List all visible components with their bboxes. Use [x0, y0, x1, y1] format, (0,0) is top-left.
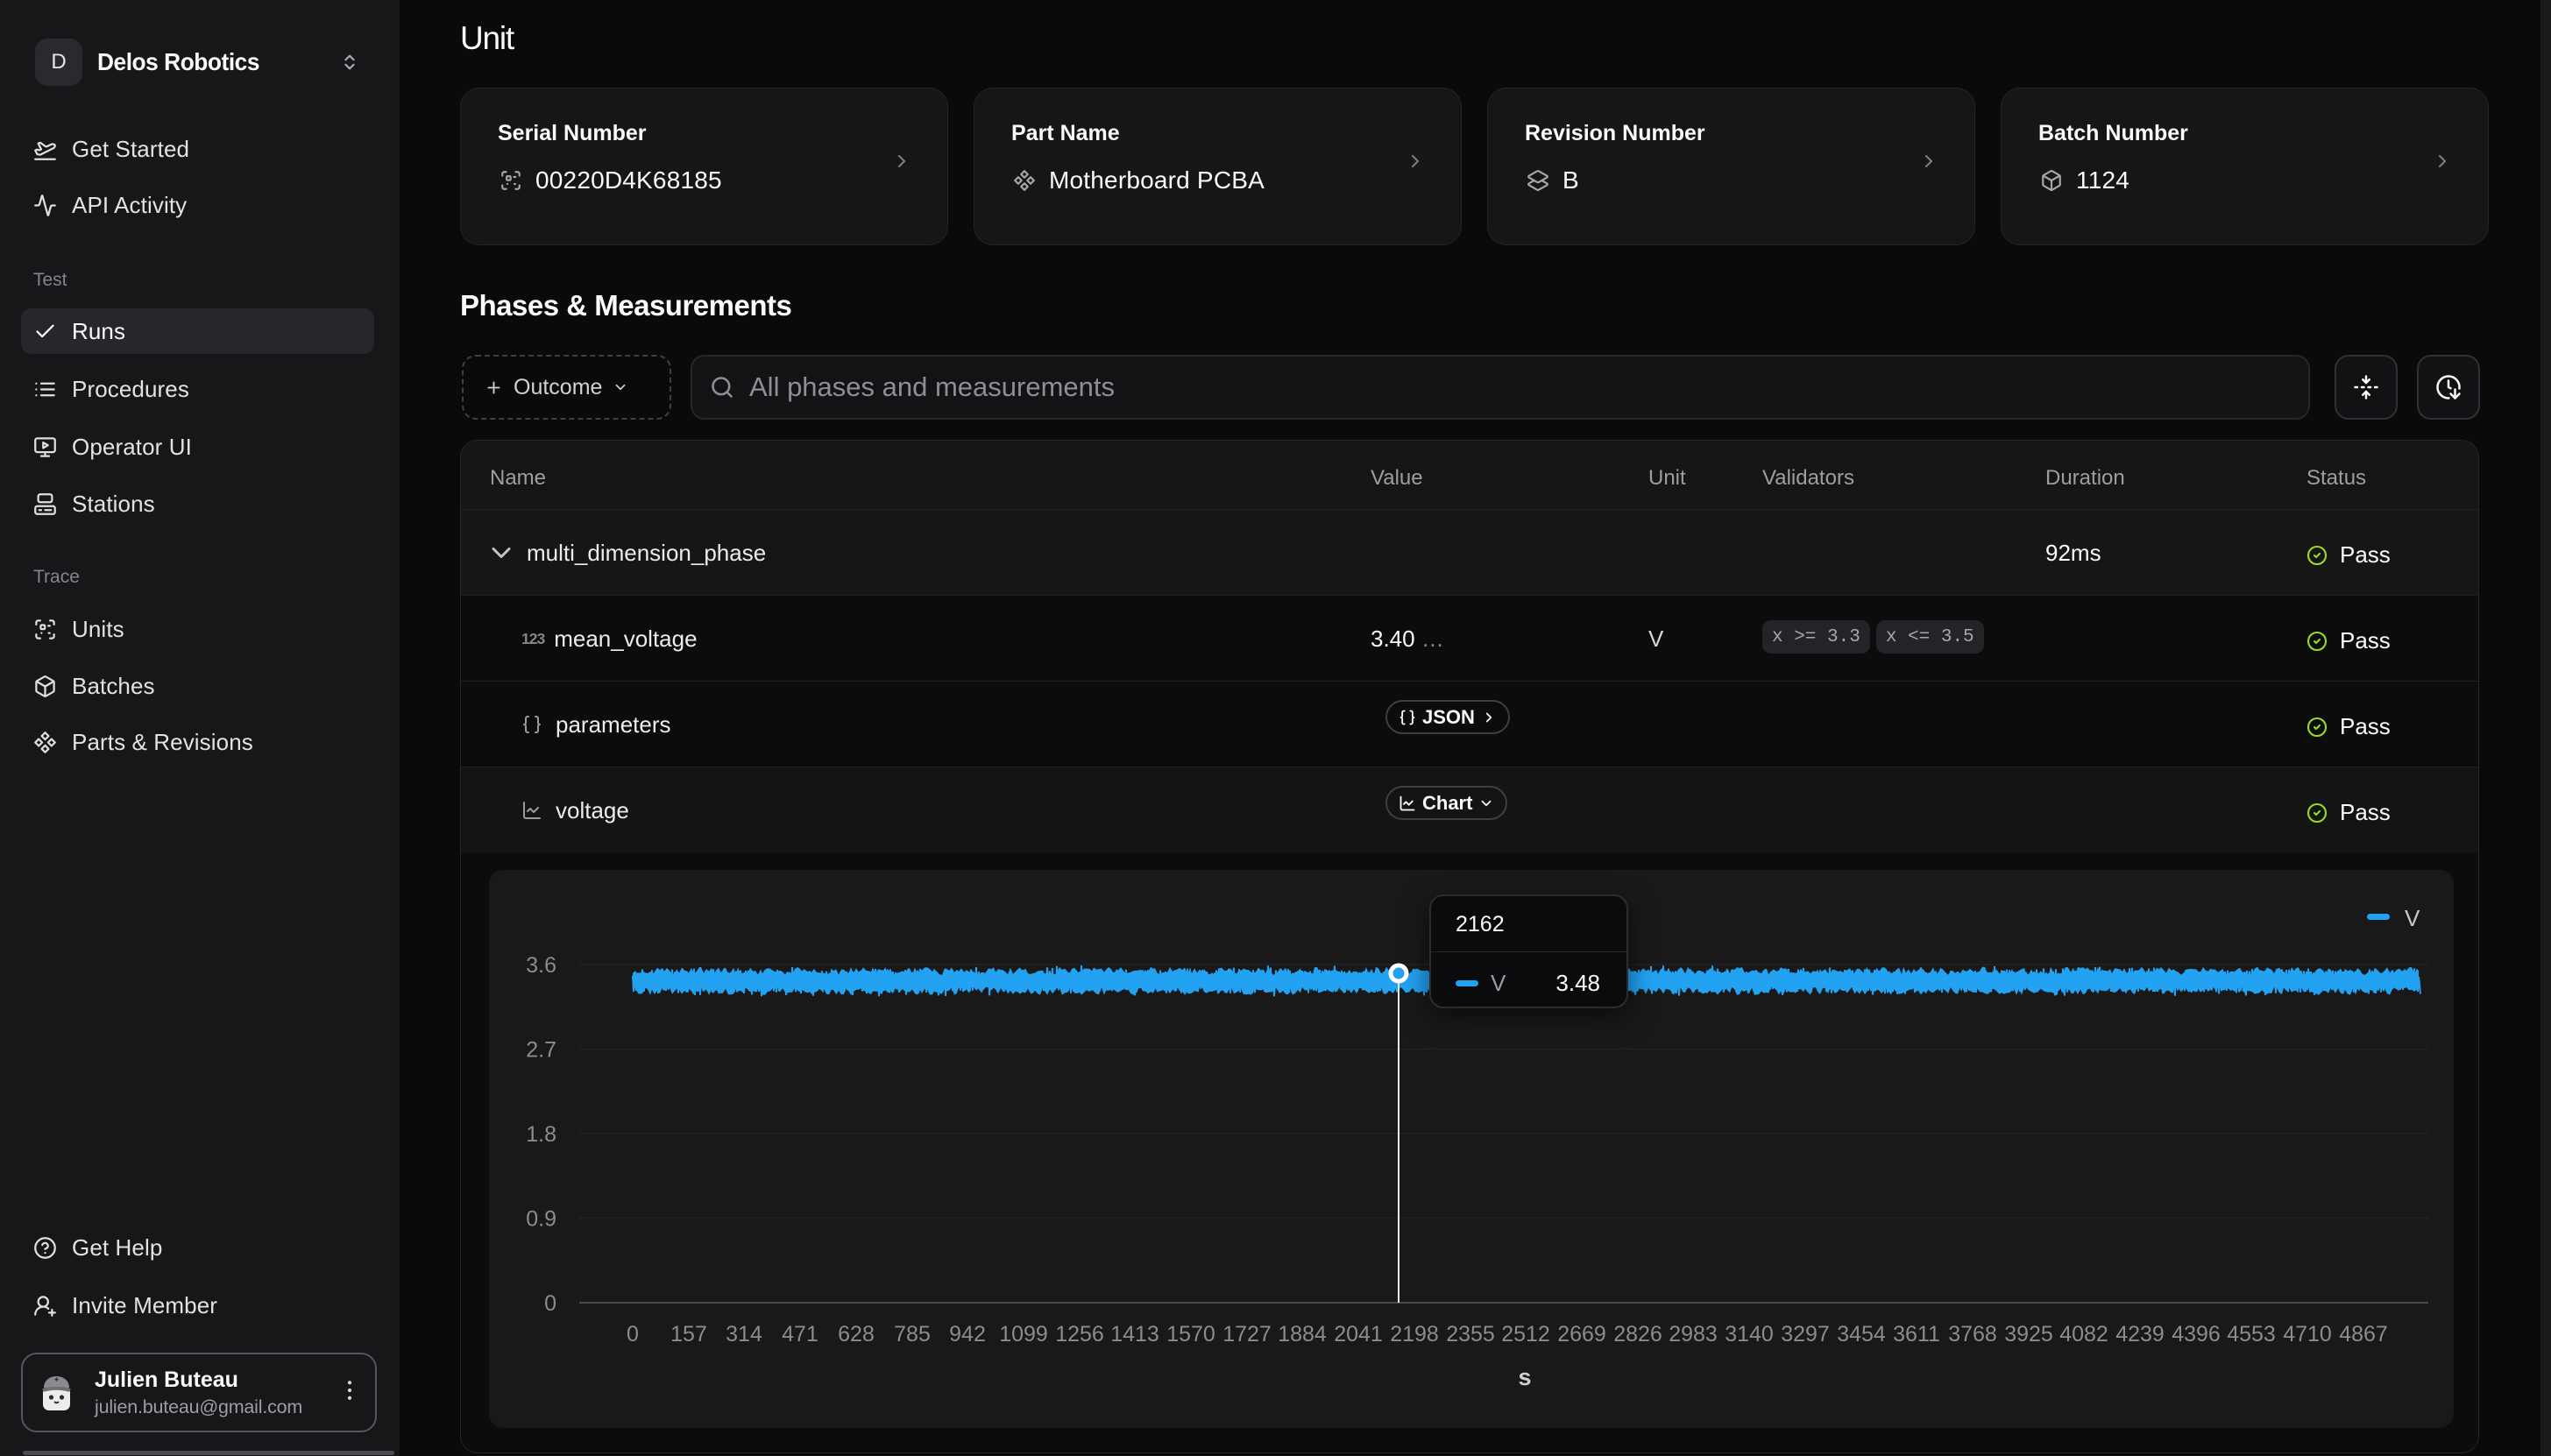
svg-text:314: 314 — [726, 1322, 762, 1346]
svg-text:1727: 1727 — [1222, 1322, 1272, 1346]
svg-text:4867: 4867 — [2339, 1322, 2388, 1346]
svg-text:1413: 1413 — [1110, 1322, 1159, 1346]
svg-text:3925: 3925 — [2004, 1322, 2053, 1346]
svg-text:157: 157 — [670, 1322, 707, 1346]
svg-text:4396: 4396 — [2172, 1322, 2221, 1346]
svg-text:2355: 2355 — [1446, 1322, 1495, 1346]
svg-text:2.7: 2.7 — [526, 1038, 556, 1063]
svg-text:V: V — [2405, 905, 2420, 931]
svg-text:0.9: 0.9 — [526, 1207, 556, 1232]
svg-text:3454: 3454 — [1837, 1322, 1886, 1346]
svg-text:4553: 4553 — [2227, 1322, 2276, 1346]
svg-text:2983: 2983 — [1669, 1322, 1718, 1346]
svg-text:2041: 2041 — [1334, 1322, 1383, 1346]
svg-text:2669: 2669 — [1557, 1322, 1606, 1346]
svg-text:3611: 3611 — [1893, 1322, 1940, 1346]
svg-text:2512: 2512 — [1501, 1322, 1550, 1346]
svg-text:s: s — [1518, 1364, 1531, 1390]
svg-text:3768: 3768 — [1948, 1322, 1997, 1346]
svg-text:1099: 1099 — [999, 1322, 1048, 1346]
svg-text:4239: 4239 — [2115, 1322, 2165, 1346]
svg-text:2198: 2198 — [1390, 1322, 1439, 1346]
svg-text:1.8: 1.8 — [526, 1122, 556, 1147]
svg-text:3297: 3297 — [1781, 1322, 1830, 1346]
svg-text:4710: 4710 — [2283, 1322, 2332, 1346]
svg-text:785: 785 — [894, 1322, 931, 1346]
svg-text:0: 0 — [544, 1291, 556, 1316]
svg-text:1884: 1884 — [1278, 1322, 1327, 1346]
svg-text:0: 0 — [627, 1322, 639, 1346]
svg-text:3.6: 3.6 — [526, 953, 556, 978]
svg-text:2826: 2826 — [1613, 1322, 1662, 1346]
svg-text:471: 471 — [782, 1322, 818, 1346]
svg-text:4082: 4082 — [2059, 1322, 2108, 1346]
svg-text:1256: 1256 — [1055, 1322, 1104, 1346]
svg-text:942: 942 — [949, 1322, 986, 1346]
svg-text:1570: 1570 — [1166, 1322, 1215, 1346]
svg-text:3140: 3140 — [1725, 1322, 1774, 1346]
svg-text:628: 628 — [838, 1322, 875, 1346]
